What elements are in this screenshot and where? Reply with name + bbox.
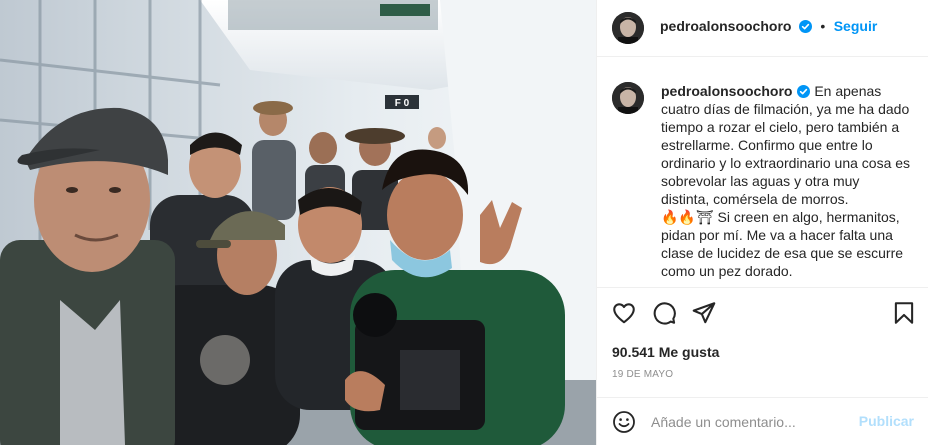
caption-area: pedroalonsoochoro En apenas cuatro días … [597,57,928,287]
post-actions [597,287,928,339]
comment-input[interactable] [651,412,851,432]
bookmark-icon[interactable] [891,300,917,326]
verified-badge-icon [798,20,812,33]
caption-text: En apenas cuatro días de filmación, ya m… [661,83,911,207]
caption-emojis: 🔥🔥⛩ [661,209,714,225]
post-photo[interactable]: F 0 [0,0,596,445]
caption-author-avatar[interactable] [612,82,644,114]
author-avatar[interactable] [612,12,644,44]
header-user-line: pedroalonsoochoro • Seguir [660,18,877,36]
post-date[interactable]: 19 DE MAYO [612,369,673,380]
verified-badge-icon [797,84,811,98]
post-header: pedroalonsoochoro • Seguir [597,0,928,57]
likes-count[interactable]: 90.541 Me gusta [612,344,719,360]
emoji-icon[interactable] [612,410,636,434]
heart-icon[interactable] [611,300,637,326]
post-caption: pedroalonsoochoro En apenas cuatro días … [661,82,911,280]
follow-button[interactable]: Seguir [834,18,878,34]
publish-button[interactable]: Publicar [859,413,914,429]
post-sidebar: pedroalonsoochoro • Seguir pedroalonsooc… [596,0,928,445]
header-separator: • [820,18,826,34]
share-icon[interactable] [691,300,717,326]
group-selfie-image: F 0 [0,0,596,445]
instagram-post-modal: F 0 pedroalonsoochoro • Seguir pedroalon… [0,0,928,445]
caption-username[interactable]: pedroalonsoochoro [661,83,792,99]
comment-bar: Publicar [597,397,928,445]
comment-icon[interactable] [651,300,677,326]
author-username[interactable]: pedroalonsoochoro [660,18,791,34]
gate-sign-text: F 0 [395,98,410,109]
